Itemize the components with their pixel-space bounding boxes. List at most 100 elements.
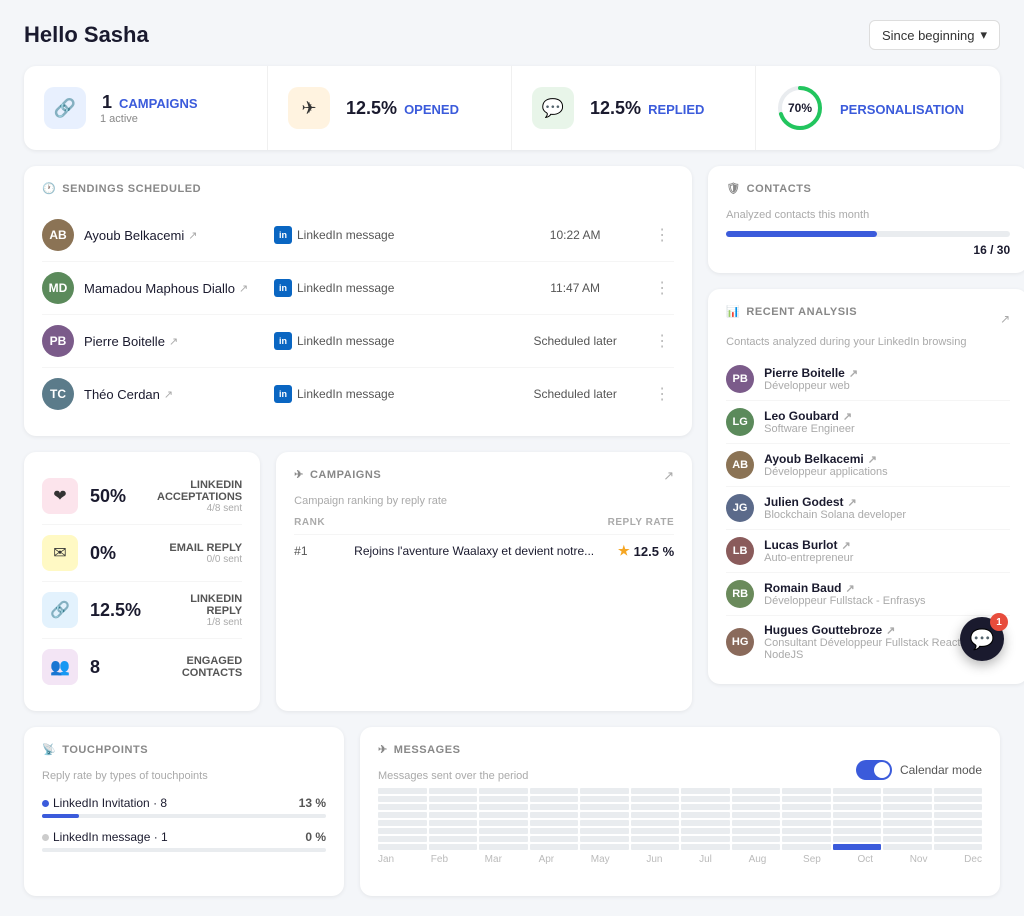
chart-cell (530, 812, 579, 818)
chart-month-label: Mar (485, 854, 502, 865)
chart-cell (479, 828, 528, 834)
chart-cell (429, 796, 478, 802)
contact-name: Mamadou Maphous Diallo ↗ (84, 281, 264, 296)
recent-contact-role: Auto-entrepreneur (764, 552, 853, 564)
avatar: TC (42, 378, 74, 410)
external-link-icon: ↗ (848, 496, 857, 509)
more-options-button[interactable]: ⋮ (650, 274, 674, 302)
campaigns-label: CAMPAIGNS (119, 96, 197, 111)
stat-campaigns[interactable]: 🔗 1 CAMPAIGNS 1 active (24, 66, 268, 150)
message-type: in LinkedIn message (274, 385, 500, 403)
more-options-button[interactable]: ⋮ (650, 327, 674, 355)
chart-cell (530, 788, 579, 794)
chart-cell (883, 788, 932, 794)
external-link-icon: ↗ (868, 453, 877, 466)
avatar: JG (726, 494, 754, 522)
chart-cell (631, 804, 680, 810)
chart-cell (732, 844, 781, 850)
more-options-button[interactable]: ⋮ (650, 221, 674, 249)
external-link-icon[interactable]: ↗ (663, 468, 674, 484)
main-grid: 🕐 SENDINGS SCHEDULED AB Ayoub Belkacemi … (24, 166, 1000, 711)
chart-cell (429, 804, 478, 810)
calendar-toggle[interactable]: Calendar mode (856, 760, 982, 780)
chart-col (631, 788, 680, 850)
replied-label: REPLIED (648, 102, 704, 117)
chart-cell (833, 836, 882, 842)
touchpoints-panel: 📡 TOUCHPOINTS Reply rate by types of tou… (24, 727, 344, 896)
chart-col (934, 788, 983, 850)
touchpoint-label: LinkedIn Invitation · 8 (42, 796, 167, 810)
stat-opened[interactable]: ✈ 12.5% OPENED (268, 66, 512, 150)
clock-icon: 🕐 (42, 182, 56, 195)
message-type: in LinkedIn message (274, 279, 500, 297)
chart-cell (782, 828, 831, 834)
bottom-grid: 📡 TOUCHPOINTS Reply rate by types of tou… (24, 727, 1000, 896)
chart-cell (934, 804, 983, 810)
sending-row: AB Ayoub Belkacemi ↗ in LinkedIn message… (42, 209, 674, 262)
recent-contact-name: Lucas Burlot ↗ (764, 538, 853, 552)
chart-cell (530, 796, 579, 802)
external-link-icon: ↗ (845, 582, 854, 595)
chart-cell (782, 820, 831, 826)
chart-cell (833, 828, 882, 834)
chart-cell (479, 804, 528, 810)
chart-cell (732, 812, 781, 818)
campaigns-panel: ✈ CAMPAIGNS Campaign ranking by reply ra… (276, 452, 692, 711)
chart-cell (530, 844, 579, 850)
chart-cell (732, 788, 781, 794)
chart-cell (883, 844, 932, 850)
campaign-rate: ★12.5 % (594, 543, 674, 559)
metric-row: 👥 8 ENGAGED CONTACTS (42, 639, 242, 695)
messages-icon: ✈ (378, 743, 388, 756)
messages-title: ✈ MESSAGES (378, 743, 528, 756)
chart-col (429, 788, 478, 850)
chart-cell (580, 828, 629, 834)
metric-value: 8 (90, 657, 145, 678)
calendar-mode-toggle[interactable] (856, 760, 892, 780)
metric-label: LINKEDIN REPLY (157, 593, 242, 617)
chart-col (883, 788, 932, 850)
chart-cell (681, 820, 730, 826)
chart-cell (833, 844, 882, 850)
chart-cell (580, 820, 629, 826)
personalisation-value: 70% (788, 101, 812, 115)
linkedin-icon: in (274, 279, 292, 297)
chart-cell (883, 836, 932, 842)
metrics-panel: ❤ 50% LINKEDIN ACCEPTATIONS 4/8 sent ✉ 0… (24, 452, 260, 711)
chart-icon: 📊 (726, 305, 740, 318)
stat-replied[interactable]: 💬 12.5% REPLIED (512, 66, 756, 150)
metric-value: 12.5% (90, 600, 145, 621)
touchpoint-row: LinkedIn message · 1 0 % (42, 830, 326, 852)
chart-cell (681, 836, 730, 842)
chart-cell (833, 804, 882, 810)
chart-cell (883, 812, 932, 818)
more-options-button[interactable]: ⋮ (650, 380, 674, 408)
recent-contact-name: Pierre Boitelle ↗ (764, 366, 858, 380)
since-selector[interactable]: Since beginning ▾ (869, 20, 1000, 50)
since-label: Since beginning (882, 28, 975, 43)
touchpoint-bar-fill (42, 814, 79, 818)
external-link-recent-icon[interactable]: ↗ (1000, 312, 1010, 326)
chart-cell (631, 836, 680, 842)
metric-icon: ❤ (42, 478, 78, 514)
chart-month-label: Nov (910, 854, 928, 865)
chart-cell (631, 812, 680, 818)
campaign-row[interactable]: #1 Rejoins l'aventure Waalaxy et devient… (294, 534, 674, 567)
rank-col-header: RANK (294, 517, 354, 528)
avatar: HG (726, 628, 754, 656)
replied-icon: 💬 (532, 87, 574, 129)
chat-icon: 💬 (970, 627, 995, 652)
sending-row: MD Mamadou Maphous Diallo ↗ in LinkedIn … (42, 262, 674, 315)
stat-personalisation[interactable]: 70% PERSONALISATION (756, 66, 1000, 150)
chart-cell (681, 796, 730, 802)
recent-contact-role: Développeur applications (764, 466, 888, 478)
external-icon: ↗ (164, 388, 173, 401)
recent-sub: Contacts analyzed during your LinkedIn b… (726, 336, 1010, 348)
chart-cell (732, 828, 781, 834)
messages-sub: Messages sent over the period (378, 770, 528, 782)
chart-cell (479, 844, 528, 850)
contacts-title: 🛡 CONTACTS (726, 182, 1010, 195)
avatar: RB (726, 580, 754, 608)
chat-bubble[interactable]: 💬 1 (960, 617, 1004, 661)
recent-contact-name: Romain Baud ↗ (764, 581, 925, 595)
